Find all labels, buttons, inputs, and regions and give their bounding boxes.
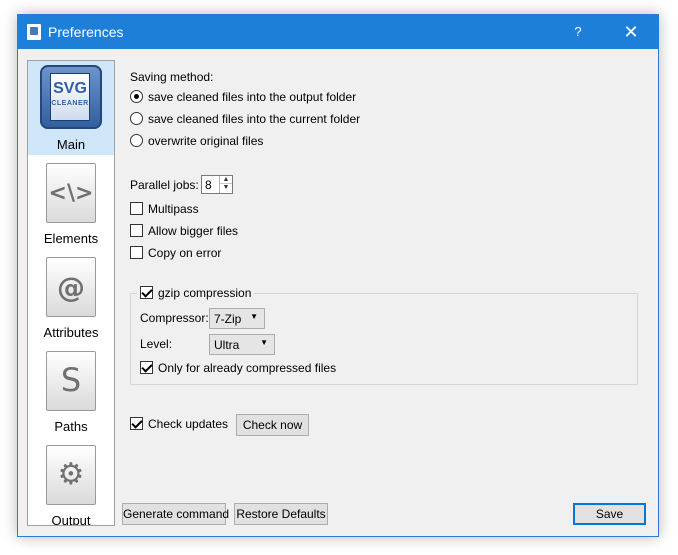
sidebar-item-output[interactable]: ⚙ Output	[28, 437, 114, 526]
parallel-jobs-value[interactable]: 8	[205, 178, 212, 192]
saving-method-label: Saving method:	[130, 70, 214, 84]
spin-down-icon[interactable]: ▼	[220, 184, 232, 192]
multipass-checkbox[interactable]: Multipass	[130, 202, 199, 216]
preferences-window: Preferences ? ✕ SVG CLEANER Main <\> Ele…	[17, 14, 659, 537]
checkbox-label: Multipass	[148, 202, 199, 216]
generate-command-button[interactable]: Generate command	[122, 503, 229, 525]
copy-on-error-checkbox[interactable]: Copy on error	[130, 246, 221, 260]
checkbox-icon[interactable]	[130, 417, 143, 430]
gear-icon: ⚙	[46, 445, 96, 505]
compressor-value: 7-Zip	[214, 312, 242, 326]
chevron-down-icon: ▼	[250, 312, 258, 321]
parallel-jobs-spinbox[interactable]: 8 ▲ ▼	[201, 175, 233, 194]
logo-text-cleaner: CLEANER	[51, 100, 89, 107]
chevron-down-icon: ▼	[260, 338, 268, 347]
compressor-label: Compressor:	[140, 311, 209, 325]
at-sign-icon: @	[46, 257, 96, 317]
radio-current-folder[interactable]: save cleaned files into the current fold…	[130, 112, 360, 126]
radio-output-folder[interactable]: save cleaned files into the output folde…	[130, 90, 356, 104]
code-brackets-icon: <\>	[46, 163, 96, 223]
title-bar: Preferences ? ✕	[18, 15, 658, 49]
close-button[interactable]: ✕	[614, 15, 648, 49]
save-button[interactable]: Save	[573, 503, 646, 525]
level-value: Ultra	[214, 338, 240, 352]
checkbox-label: Copy on error	[148, 246, 222, 260]
restore-defaults-button[interactable]: Restore Defaults	[234, 503, 328, 525]
sidebar-item-attributes[interactable]: @ Attributes	[28, 249, 114, 343]
bezier-path-icon: S	[46, 351, 96, 411]
radio-label: overwrite original files	[148, 134, 264, 148]
checkbox-label: gzip compression	[158, 286, 252, 300]
level-select[interactable]: Ultra ▼	[209, 334, 275, 355]
radio-label: save cleaned files into the current fold…	[148, 112, 361, 126]
checkbox-icon[interactable]	[130, 246, 143, 259]
allow-bigger-files-checkbox[interactable]: Allow bigger files	[130, 224, 238, 238]
category-sidebar: SVG CLEANER Main <\> Elements @ Attribut…	[27, 60, 115, 526]
radio-button-icon[interactable]	[130, 90, 143, 103]
spin-up-icon[interactable]: ▲	[220, 176, 232, 184]
app-icon	[27, 24, 41, 40]
radio-button-icon[interactable]	[130, 112, 143, 125]
sidebar-item-label: Attributes	[43, 325, 99, 340]
sidebar-item-label: Paths	[54, 419, 88, 434]
gzip-compression-checkbox[interactable]: gzip compression	[137, 286, 255, 300]
checkbox-icon[interactable]	[140, 286, 153, 299]
sidebar-item-paths[interactable]: S Paths	[28, 343, 114, 437]
checkbox-label: Check updates	[148, 417, 229, 431]
sidebar-item-elements[interactable]: <\> Elements	[28, 155, 114, 249]
window-title: Preferences	[48, 24, 124, 40]
gzip-compression-group: gzip compression Compressor: 7-Zip ▼ Lev…	[130, 286, 638, 385]
svg-cleaner-logo-icon: SVG CLEANER	[40, 65, 102, 129]
sidebar-item-label: Output	[51, 513, 91, 526]
radio-button-icon[interactable]	[130, 134, 143, 147]
check-updates-checkbox[interactable]: Check updates	[130, 417, 228, 431]
sidebar-item-label: Elements	[43, 231, 99, 246]
checkbox-icon[interactable]	[140, 361, 153, 374]
checkbox-label: Allow bigger files	[148, 224, 239, 238]
level-label: Level:	[140, 337, 173, 351]
help-button[interactable]: ?	[561, 15, 595, 49]
checkbox-label: Only for already compressed files	[158, 361, 337, 375]
main-settings-panel: Saving method: save cleaned files into t…	[130, 65, 650, 525]
radio-overwrite[interactable]: overwrite original files	[130, 134, 263, 148]
sidebar-item-main[interactable]: SVG CLEANER Main	[28, 61, 114, 155]
parallel-jobs-label: Parallel jobs:	[130, 178, 199, 192]
only-compressed-checkbox[interactable]: Only for already compressed files	[140, 361, 336, 375]
check-now-button[interactable]: Check now	[236, 414, 309, 436]
radio-label: save cleaned files into the output folde…	[148, 90, 357, 104]
checkbox-icon[interactable]	[130, 224, 143, 237]
logo-text-svg: SVG	[53, 80, 87, 97]
sidebar-item-label: Main	[56, 137, 86, 152]
compressor-select[interactable]: 7-Zip ▼	[209, 308, 265, 329]
checkbox-icon[interactable]	[130, 202, 143, 215]
